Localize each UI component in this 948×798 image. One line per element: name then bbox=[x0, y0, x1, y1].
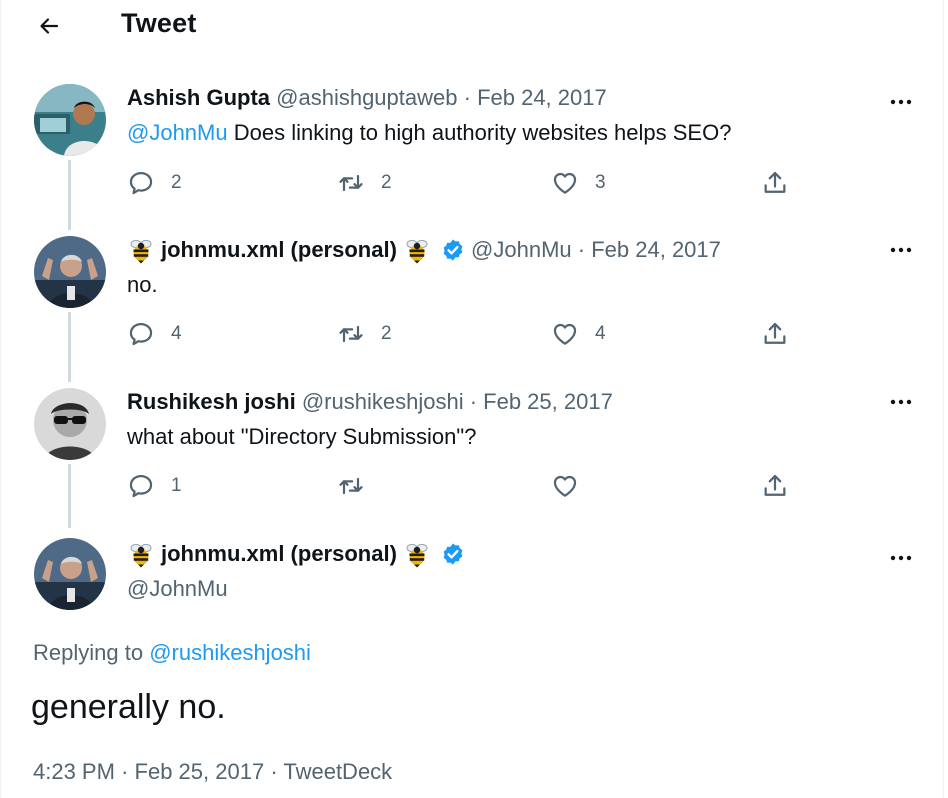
share-button[interactable] bbox=[761, 472, 789, 500]
tweet-date[interactable]: Feb 25, 2017 bbox=[483, 389, 613, 415]
tweet-meta: 4:23 PM · Feb 25, 2017 · TweetDeck bbox=[33, 759, 392, 785]
tweet-body: Does linking to high authority websites … bbox=[227, 120, 732, 145]
more-icon bbox=[889, 554, 913, 562]
heart-icon bbox=[551, 169, 579, 197]
tweet-time[interactable]: 4:23 PM bbox=[33, 759, 115, 784]
tweet-text: what about "Directory Submission"? bbox=[127, 424, 477, 449]
tweet-actions: 4 2 4 bbox=[127, 320, 807, 350]
page-title: Tweet bbox=[121, 8, 197, 38]
bee-emoji-icon bbox=[403, 236, 431, 264]
tweet-detail-panel: Tweet Ashish Gupta @ashishguptaweb · Feb… bbox=[0, 0, 944, 798]
retweet-button[interactable]: 2 bbox=[337, 320, 392, 348]
tweet-date[interactable]: Feb 25, 2017 bbox=[135, 759, 265, 784]
heart-icon bbox=[551, 472, 579, 500]
author-handle[interactable]: @JohnMu bbox=[127, 576, 228, 602]
verified-badge-icon bbox=[441, 542, 465, 566]
main-tweet-text: generally no. bbox=[31, 688, 226, 726]
share-button[interactable] bbox=[761, 169, 789, 197]
verified-badge-icon bbox=[441, 238, 465, 262]
avatar[interactable] bbox=[34, 236, 106, 308]
author-name[interactable]: Ashish Gupta bbox=[127, 85, 270, 111]
bee-emoji-icon bbox=[127, 540, 155, 568]
retweet-icon bbox=[337, 472, 365, 500]
more-button[interactable] bbox=[887, 240, 915, 260]
thread-tweet[interactable]: Ashish Gupta @ashishguptaweb · Feb 24, 2… bbox=[1, 80, 945, 230]
share-icon bbox=[761, 472, 789, 500]
author-name[interactable]: johnmu.xml (personal) bbox=[161, 541, 397, 567]
separator-dot: · bbox=[577, 237, 586, 262]
page-header: Tweet bbox=[1, 0, 945, 52]
retweet-icon bbox=[337, 169, 365, 197]
like-count: 4 bbox=[595, 323, 606, 344]
mention-link[interactable]: @JohnMu bbox=[127, 120, 228, 145]
thread-tweet[interactable]: johnmu.xml (personal) @JohnMu · Feb 24, … bbox=[1, 232, 945, 382]
tweet-date[interactable]: Feb 24, 2017 bbox=[477, 85, 607, 111]
reply-button[interactable]: 2 bbox=[127, 169, 182, 197]
share-icon bbox=[761, 169, 789, 197]
like-count: 3 bbox=[595, 172, 606, 193]
author-handle[interactable]: @rushikeshjoshi bbox=[302, 389, 464, 415]
thread-tweet[interactable]: Rushikesh joshi @rushikeshjoshi · Feb 25… bbox=[1, 384, 945, 534]
tweet-date[interactable]: Feb 24, 2017 bbox=[591, 237, 721, 263]
replying-to: Replying to @rushikeshjoshi bbox=[33, 640, 311, 666]
retweet-button[interactable]: 2 bbox=[337, 169, 392, 197]
tweet-actions: 2 2 3 bbox=[127, 169, 807, 199]
tweet-header: johnmu.xml (personal) @JohnMu · Feb 24, … bbox=[127, 236, 721, 264]
reply-button[interactable]: 4 bbox=[127, 320, 182, 348]
retweet-count: 2 bbox=[381, 172, 392, 193]
heart-icon bbox=[551, 320, 579, 348]
like-button[interactable] bbox=[551, 472, 595, 500]
separator-dot: · bbox=[270, 759, 278, 784]
more-button[interactable] bbox=[887, 548, 915, 568]
avatar[interactable] bbox=[34, 538, 106, 610]
tweet-actions: 1 bbox=[127, 472, 807, 502]
separator-dot: · bbox=[121, 759, 129, 784]
reply-icon bbox=[127, 472, 155, 500]
author-name[interactable]: Rushikesh joshi bbox=[127, 389, 296, 415]
replying-prefix: Replying to bbox=[33, 640, 150, 665]
reply-count: 2 bbox=[171, 172, 182, 193]
avatar[interactable] bbox=[34, 388, 106, 460]
more-button[interactable] bbox=[887, 92, 915, 112]
more-icon bbox=[889, 398, 913, 406]
reply-icon bbox=[127, 320, 155, 348]
tweet-text: no. bbox=[127, 272, 158, 297]
bee-emoji-icon bbox=[127, 236, 155, 264]
author-name[interactable]: johnmu.xml (personal) bbox=[161, 237, 397, 263]
reply-icon bbox=[127, 169, 155, 197]
author-handle[interactable]: @JohnMu bbox=[471, 237, 572, 263]
separator-dot: · bbox=[463, 85, 471, 110]
more-icon bbox=[889, 246, 913, 254]
arrow-left-icon bbox=[40, 18, 59, 34]
reply-count: 1 bbox=[171, 475, 182, 496]
more-icon bbox=[889, 98, 913, 106]
more-button[interactable] bbox=[887, 392, 915, 412]
reply-button[interactable]: 1 bbox=[127, 472, 182, 500]
replying-to-link[interactable]: @rushikeshjoshi bbox=[149, 640, 311, 665]
avatar[interactable] bbox=[34, 84, 106, 156]
retweet-count: 2 bbox=[381, 323, 392, 344]
tweet-text: @JohnMu Does linking to high authority w… bbox=[127, 120, 731, 146]
like-button[interactable]: 4 bbox=[551, 320, 606, 348]
bee-emoji-icon bbox=[403, 540, 431, 568]
share-button[interactable] bbox=[761, 320, 789, 348]
reply-count: 4 bbox=[171, 323, 182, 344]
separator-dot: · bbox=[469, 389, 478, 414]
tweet-source[interactable]: TweetDeck bbox=[283, 759, 392, 784]
author-handle[interactable]: @ashishguptaweb bbox=[276, 85, 457, 111]
back-button[interactable] bbox=[31, 8, 67, 44]
share-icon bbox=[761, 320, 789, 348]
tweet-header: Rushikesh joshi @rushikeshjoshi · Feb 25… bbox=[127, 389, 613, 415]
tweet-header: johnmu.xml (personal) bbox=[127, 540, 471, 568]
like-button[interactable]: 3 bbox=[551, 169, 606, 197]
tweet-header: Ashish Gupta @ashishguptaweb · Feb 24, 2… bbox=[127, 85, 607, 111]
retweet-icon bbox=[337, 320, 365, 348]
retweet-button[interactable] bbox=[337, 472, 381, 500]
